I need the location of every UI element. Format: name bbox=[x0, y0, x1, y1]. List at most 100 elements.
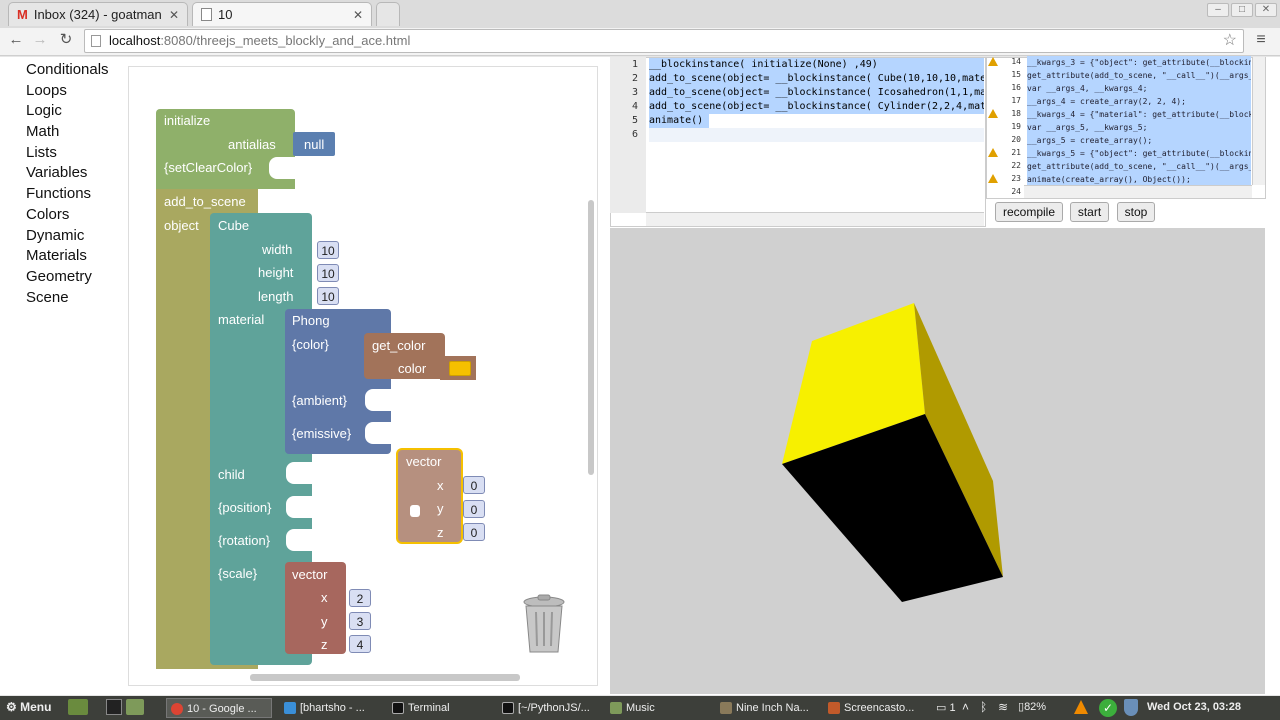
code-line[interactable]: var __args_5, __kwargs_5; bbox=[1027, 121, 1251, 134]
workspace-horizontal-scrollbar[interactable] bbox=[250, 674, 520, 681]
address-bar[interactable]: localhost:8080/threejs_meets_blockly_and… bbox=[84, 29, 1244, 53]
code-line[interactable] bbox=[649, 128, 984, 142]
code-line[interactable]: __kwargs_5 = {"object": get_attribute(__… bbox=[1027, 147, 1251, 160]
workspace-indicator[interactable]: ▭ 1 bbox=[936, 701, 956, 714]
terminal-launcher-icon[interactable] bbox=[106, 699, 122, 715]
toolbox-category[interactable]: Logic bbox=[10, 101, 125, 122]
line-number: 16 bbox=[1011, 83, 1021, 92]
vector-z-value[interactable]: 0 bbox=[463, 523, 485, 541]
code-line[interactable]: __kwargs_4 = {"material": get_attribute(… bbox=[1027, 108, 1251, 121]
shield-icon[interactable] bbox=[1124, 699, 1138, 716]
clock[interactable]: Wed Oct 23, 03:28 bbox=[1147, 701, 1241, 713]
block-field-label: y bbox=[321, 614, 328, 629]
taskbar-item[interactable]: [bhartsho - ... bbox=[280, 698, 380, 718]
tab-active[interactable]: 10 ✕ bbox=[192, 2, 372, 26]
show-desktop-icon[interactable] bbox=[68, 699, 88, 715]
maximize-icon[interactable]: □ bbox=[1231, 3, 1253, 17]
workspace-vertical-scrollbar[interactable] bbox=[588, 200, 594, 475]
toolbox-category[interactable]: Variables bbox=[10, 163, 125, 184]
chevron-up-icon[interactable]: ˄ bbox=[962, 700, 969, 714]
taskbar-item[interactable]: Music bbox=[606, 698, 712, 718]
input-socket[interactable] bbox=[286, 529, 312, 551]
toolbox-category[interactable]: Loops bbox=[10, 81, 125, 102]
toolbox-category[interactable]: Geometry bbox=[10, 267, 125, 288]
code-line[interactable]: __kwargs_3 = {"object": get_attribute(__… bbox=[1027, 56, 1251, 69]
code-line[interactable]: get_attribute(add_to_scene, "__call__")(… bbox=[1027, 160, 1251, 173]
input-socket[interactable] bbox=[286, 462, 312, 484]
new-tab-button[interactable] bbox=[376, 2, 400, 26]
task-label: 10 - Google ... bbox=[187, 703, 257, 715]
input-socket[interactable] bbox=[365, 389, 391, 411]
line-number: 6 bbox=[631, 129, 638, 140]
editor-horizontal-scrollbar[interactable] bbox=[646, 212, 984, 226]
bluetooth-icon[interactable]: ᛒ bbox=[980, 700, 987, 714]
scale-z-value[interactable]: 4 bbox=[349, 635, 371, 653]
editor2-vertical-scrollbar[interactable] bbox=[1252, 57, 1265, 185]
input-socket[interactable] bbox=[269, 157, 295, 179]
menu-button[interactable]: ⚙ Menu bbox=[6, 700, 51, 714]
screencast-icon bbox=[828, 702, 840, 714]
editor2-horizontal-scrollbar[interactable] bbox=[1024, 185, 1252, 198]
scale-x-value[interactable]: 2 bbox=[349, 589, 371, 607]
code-line[interactable]: add_to_scene(object= __blockinstance( Cy… bbox=[649, 100, 984, 114]
battery-indicator[interactable]: ▯82% bbox=[1018, 700, 1046, 713]
update-ok-icon[interactable]: ✓ bbox=[1099, 699, 1117, 717]
toolbox-category[interactable]: Conditionals bbox=[10, 60, 125, 81]
menu-icon[interactable]: ≡ bbox=[1250, 29, 1272, 51]
close-window-icon[interactable]: ✕ bbox=[1255, 3, 1277, 17]
toolbox-category[interactable]: Lists bbox=[10, 143, 125, 164]
taskbar-item[interactable]: 10 - Google ... bbox=[166, 698, 272, 718]
close-icon[interactable]: ✕ bbox=[353, 8, 363, 22]
recompile-button[interactable]: recompile bbox=[995, 202, 1063, 222]
code-line[interactable]: add_to_scene(object= __blockinstance( Cu… bbox=[649, 72, 984, 86]
toolbox-category[interactable]: Scene bbox=[10, 288, 125, 309]
blockly-toolbox: Conditionals Loops Logic Math Lists Vari… bbox=[10, 60, 125, 308]
toolbox-category[interactable]: Materials bbox=[10, 246, 125, 267]
minimize-icon[interactable]: – bbox=[1207, 3, 1229, 17]
toolbox-category[interactable]: Functions bbox=[10, 184, 125, 205]
block-field-label: x bbox=[321, 590, 328, 605]
block-field-label: {rotation} bbox=[218, 533, 271, 548]
star-icon[interactable]: ☆ bbox=[1223, 30, 1237, 52]
close-icon[interactable]: ✕ bbox=[169, 8, 179, 22]
block-field-label: width bbox=[262, 242, 293, 257]
stop-button[interactable]: stop bbox=[1117, 202, 1155, 222]
taskbar-item[interactable]: Nine Inch Na... bbox=[716, 698, 820, 718]
tab-gmail[interactable]: M Inbox (324) - goatman ✕ bbox=[8, 2, 188, 26]
code-line[interactable]: __args_5 = create_array(); bbox=[1027, 134, 1251, 147]
tab-title: Inbox (324) - goatman bbox=[33, 7, 162, 22]
vector-y-value[interactable]: 0 bbox=[463, 500, 485, 518]
length-value[interactable]: 10 bbox=[317, 287, 339, 305]
wifi-icon[interactable]: ≋ bbox=[998, 700, 1008, 714]
vlc-icon[interactable] bbox=[1074, 700, 1088, 714]
reload-icon[interactable]: ↻ bbox=[55, 29, 77, 51]
trash-icon[interactable] bbox=[520, 594, 568, 656]
code-line[interactable]: add_to_scene(object= __blockinstance( Ic… bbox=[649, 86, 984, 100]
files-launcher-icon[interactable] bbox=[126, 699, 144, 715]
code-line[interactable]: animate() bbox=[649, 114, 709, 128]
forward-icon[interactable]: → bbox=[29, 29, 51, 51]
vector-x-value[interactable]: 0 bbox=[463, 476, 485, 494]
taskbar-item[interactable]: Screencasto... bbox=[824, 698, 924, 718]
taskbar-item[interactable]: [~/PythonJS/... bbox=[498, 698, 598, 718]
code-line[interactable]: get_attribute(add_to_scene, "__call__")(… bbox=[1027, 69, 1251, 82]
height-value[interactable]: 10 bbox=[317, 264, 339, 282]
toolbox-category[interactable]: Dynamic bbox=[10, 226, 125, 247]
block-field-label: antialias bbox=[228, 137, 276, 152]
input-socket[interactable] bbox=[365, 422, 391, 444]
block-title: initialize bbox=[164, 113, 211, 128]
toolbox-category[interactable]: Colors bbox=[10, 205, 125, 226]
toolbox-category[interactable]: Math bbox=[10, 122, 125, 143]
task-label: Screencasto... bbox=[844, 702, 915, 714]
taskbar-item[interactable]: Terminal bbox=[388, 698, 494, 718]
color-swatch[interactable] bbox=[449, 361, 471, 376]
start-button[interactable]: start bbox=[1070, 202, 1109, 222]
width-value[interactable]: 10 bbox=[317, 241, 339, 259]
code-line[interactable]: __args_4 = create_array(2, 2, 4); bbox=[1027, 95, 1251, 108]
back-icon[interactable]: ← bbox=[5, 29, 27, 51]
input-socket[interactable] bbox=[286, 496, 312, 518]
code-line[interactable]: __blockinstance( initialize(None) ,49) bbox=[649, 58, 984, 72]
warning-icon bbox=[988, 57, 998, 66]
code-line[interactable]: var __args_4, __kwargs_4; bbox=[1027, 82, 1251, 95]
scale-y-value[interactable]: 3 bbox=[349, 612, 371, 630]
